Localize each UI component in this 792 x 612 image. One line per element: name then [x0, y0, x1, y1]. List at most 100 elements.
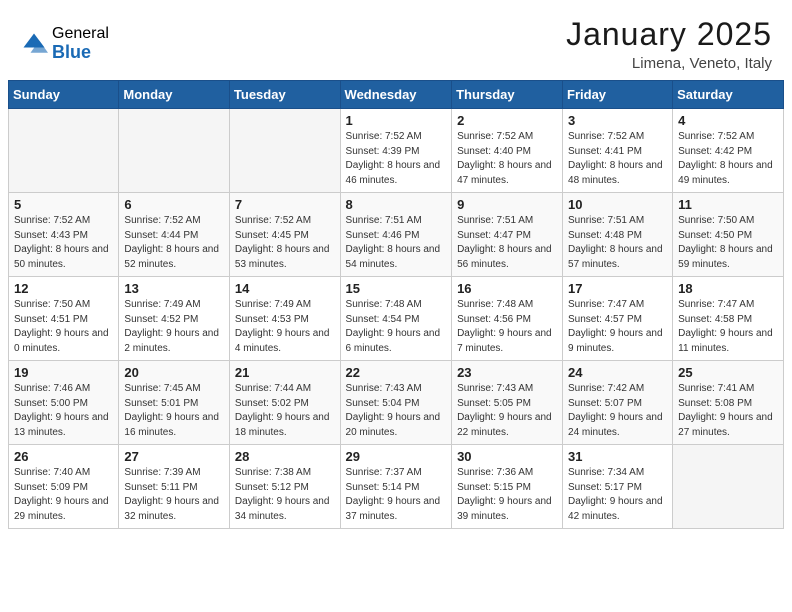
day-info: Sunrise: 7:47 AM Sunset: 4:58 PM Dayligh… — [678, 298, 778, 356]
page-header: General Blue January 2025 Limena, Veneto… — [0, 0, 792, 80]
calendar-cell: 16Sunrise: 7:48 AM Sunset: 4:56 PM Dayli… — [452, 277, 563, 361]
calendar-cell: 29 Sunrise: 7:37 AM Sunset: 5:14 PM Dayli… — [340, 445, 452, 529]
calendar-cell: 18 Sunrise: 7:47 AM Sunset: 4:58 PM Dayli… — [673, 277, 784, 361]
day-info: Sunrise: 7:40 AM Sunset: 5:09 PM Dayligh… — [14, 466, 113, 524]
day-info: Sunrise: 7:52 AM Sunset: 4:44 PM Dayligh… — [124, 214, 224, 272]
calendar-cell: 13Sunrise: 7:49 AM Sunset: 4:52 PM Dayli… — [119, 277, 230, 361]
day-number: 21 — [235, 365, 335, 380]
calendar-week-1: 1Sunrise: 7:52 AM Sunset: 4:39 PM Daylig… — [9, 109, 784, 193]
logo-blue: Blue — [52, 43, 109, 63]
day-info: Sunrise: 7:49 AM Sunset: 4:53 PM Dayligh… — [235, 298, 335, 356]
day-number: 6 — [124, 197, 224, 212]
day-info: Sunrise: 7:51 AM Sunset: 4:48 PM Dayligh… — [568, 214, 667, 272]
calendar-cell: 25 Sunrise: 7:41 AM Sunset: 5:08 PM Dayli… — [673, 361, 784, 445]
calendar-cell: 26Sunrise: 7:40 AM Sunset: 5:09 PM Dayli… — [9, 445, 119, 529]
day-number: 5 — [14, 197, 113, 212]
day-number: 14 — [235, 281, 335, 296]
day-number: 13 — [124, 281, 224, 296]
header-sunday: Sunday — [9, 81, 119, 109]
day-number: 18 — [678, 281, 778, 296]
calendar-cell: 22Sunrise: 7:43 AM Sunset: 5:04 PM Dayli… — [340, 361, 452, 445]
day-info: Sunrise: 7:48 AM Sunset: 4:56 PM Dayligh… — [457, 298, 557, 356]
location: Limena, Veneto, Italy — [566, 55, 772, 72]
calendar-cell: 3 Sunrise: 7:52 AM Sunset: 4:41 PM Daylig… — [563, 109, 673, 193]
calendar-cell: 12Sunrise: 7:50 AM Sunset: 4:51 PM Dayli… — [9, 277, 119, 361]
day-info: Sunrise: 7:51 AM Sunset: 4:46 PM Dayligh… — [346, 214, 447, 272]
calendar-week-4: 19 Sunrise: 7:46 AM Sunset: 5:00 PM Dayli… — [9, 361, 784, 445]
day-info: Sunrise: 7:37 AM Sunset: 5:14 PM Dayligh… — [346, 466, 447, 524]
day-number: 29 — [346, 449, 447, 464]
calendar-body: 1Sunrise: 7:52 AM Sunset: 4:39 PM Daylig… — [9, 109, 784, 529]
logo-general: General — [52, 25, 109, 43]
day-info: Sunrise: 7:52 AM Sunset: 4:43 PM Dayligh… — [14, 214, 113, 272]
header-monday: Monday — [119, 81, 230, 109]
day-number: 25 — [678, 365, 778, 380]
calendar-cell: 31Sunrise: 7:34 AM Sunset: 5:17 PM Dayli… — [563, 445, 673, 529]
calendar-container: Sunday Monday Tuesday Wednesday Thursday… — [0, 80, 792, 537]
calendar-cell — [673, 445, 784, 529]
day-number: 24 — [568, 365, 667, 380]
day-number: 30 — [457, 449, 557, 464]
header-saturday: Saturday — [673, 81, 784, 109]
day-info: Sunrise: 7:36 AM Sunset: 5:15 PM Dayligh… — [457, 466, 557, 524]
calendar-cell: 5 Sunrise: 7:52 AM Sunset: 4:43 PM Daylig… — [9, 193, 119, 277]
day-number: 17 — [568, 281, 667, 296]
calendar-cell: 9 Sunrise: 7:51 AM Sunset: 4:47 PM Daylig… — [452, 193, 563, 277]
logo: General Blue — [20, 25, 109, 62]
calendar-cell: 17 Sunrise: 7:47 AM Sunset: 4:57 PM Dayli… — [563, 277, 673, 361]
day-number: 7 — [235, 197, 335, 212]
day-number: 3 — [568, 113, 667, 128]
day-info: Sunrise: 7:38 AM Sunset: 5:12 PM Dayligh… — [235, 466, 335, 524]
day-info: Sunrise: 7:44 AM Sunset: 5:02 PM Dayligh… — [235, 382, 335, 440]
calendar-cell: 30 Sunrise: 7:36 AM Sunset: 5:15 PM Dayli… — [452, 445, 563, 529]
day-info: Sunrise: 7:50 AM Sunset: 4:50 PM Dayligh… — [678, 214, 778, 272]
header-row: Sunday Monday Tuesday Wednesday Thursday… — [9, 81, 784, 109]
calendar-week-2: 5 Sunrise: 7:52 AM Sunset: 4:43 PM Daylig… — [9, 193, 784, 277]
day-number: 20 — [124, 365, 224, 380]
day-info: Sunrise: 7:45 AM Sunset: 5:01 PM Dayligh… — [124, 382, 224, 440]
day-number: 2 — [457, 113, 557, 128]
logo-text: General Blue — [52, 25, 109, 62]
month-title: January 2025 — [566, 16, 772, 53]
calendar-cell — [229, 109, 340, 193]
calendar-cell: 23 Sunrise: 7:43 AM Sunset: 5:05 PM Dayli… — [452, 361, 563, 445]
day-info: Sunrise: 7:41 AM Sunset: 5:08 PM Dayligh… — [678, 382, 778, 440]
header-thursday: Thursday — [452, 81, 563, 109]
day-info: Sunrise: 7:52 AM Sunset: 4:40 PM Dayligh… — [457, 130, 557, 188]
day-info: Sunrise: 7:52 AM Sunset: 4:39 PM Dayligh… — [346, 130, 447, 188]
day-info: Sunrise: 7:52 AM Sunset: 4:41 PM Dayligh… — [568, 130, 667, 188]
calendar-cell: 28 Sunrise: 7:38 AM Sunset: 5:12 PM Dayli… — [229, 445, 340, 529]
calendar-cell: 19 Sunrise: 7:46 AM Sunset: 5:00 PM Dayli… — [9, 361, 119, 445]
day-number: 27 — [124, 449, 224, 464]
day-info: Sunrise: 7:39 AM Sunset: 5:11 PM Dayligh… — [124, 466, 224, 524]
logo-icon — [20, 30, 48, 58]
calendar-cell — [9, 109, 119, 193]
day-number: 9 — [457, 197, 557, 212]
day-number: 22 — [346, 365, 447, 380]
day-info: Sunrise: 7:52 AM Sunset: 4:45 PM Dayligh… — [235, 214, 335, 272]
day-info: Sunrise: 7:47 AM Sunset: 4:57 PM Dayligh… — [568, 298, 667, 356]
calendar-cell: 1Sunrise: 7:52 AM Sunset: 4:39 PM Daylig… — [340, 109, 452, 193]
header-friday: Friday — [563, 81, 673, 109]
day-number: 15 — [346, 281, 447, 296]
calendar-week-5: 26Sunrise: 7:40 AM Sunset: 5:09 PM Dayli… — [9, 445, 784, 529]
calendar-cell: 14 Sunrise: 7:49 AM Sunset: 4:53 PM Dayli… — [229, 277, 340, 361]
day-number: 10 — [568, 197, 667, 212]
calendar-cell: 21 Sunrise: 7:44 AM Sunset: 5:02 PM Dayli… — [229, 361, 340, 445]
day-info: Sunrise: 7:51 AM Sunset: 4:47 PM Dayligh… — [457, 214, 557, 272]
calendar-cell: 24 Sunrise: 7:42 AM Sunset: 5:07 PM Dayli… — [563, 361, 673, 445]
header-tuesday: Tuesday — [229, 81, 340, 109]
day-info: Sunrise: 7:48 AM Sunset: 4:54 PM Dayligh… — [346, 298, 447, 356]
day-number: 23 — [457, 365, 557, 380]
day-number: 28 — [235, 449, 335, 464]
day-number: 8 — [346, 197, 447, 212]
day-number: 4 — [678, 113, 778, 128]
day-number: 19 — [14, 365, 113, 380]
day-info: Sunrise: 7:42 AM Sunset: 5:07 PM Dayligh… — [568, 382, 667, 440]
day-info: Sunrise: 7:46 AM Sunset: 5:00 PM Dayligh… — [14, 382, 113, 440]
day-number: 11 — [678, 197, 778, 212]
day-info: Sunrise: 7:52 AM Sunset: 4:42 PM Dayligh… — [678, 130, 778, 188]
day-info: Sunrise: 7:43 AM Sunset: 5:05 PM Dayligh… — [457, 382, 557, 440]
calendar-cell: 4 Sunrise: 7:52 AM Sunset: 4:42 PM Daylig… — [673, 109, 784, 193]
calendar-cell: 7 Sunrise: 7:52 AM Sunset: 4:45 PM Daylig… — [229, 193, 340, 277]
